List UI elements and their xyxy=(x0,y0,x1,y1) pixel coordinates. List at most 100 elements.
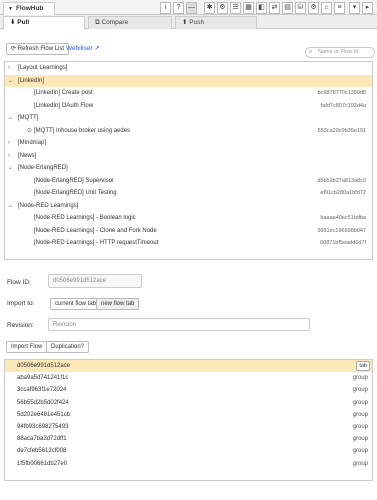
tab-pull-label: Pull xyxy=(17,19,30,26)
debug-icon[interactable]: ✱ xyxy=(204,2,215,14)
tree-row-label: [News] xyxy=(18,152,37,159)
tree-group-row[interactable]: ⌄ [LinkedIn] xyxy=(5,74,372,88)
search-icon: ⌕ xyxy=(309,49,313,55)
tree-flow-row[interactable]: [LinkedIn] Create post bc9878770c1350d8 xyxy=(5,87,372,100)
grid-icon[interactable]: ▤ xyxy=(282,2,293,14)
tree-row-label: [Node-ErlangRED] xyxy=(18,165,68,171)
context-icon[interactable]: ☰ xyxy=(230,2,241,14)
tree-group-row[interactable]: ⌄ [MQTT] xyxy=(5,112,372,125)
tree-group-row[interactable]: ⌄ [Node-RED Learnings] xyxy=(5,200,372,213)
node-type: group xyxy=(352,411,368,418)
chevron-down-icon[interactable]: ⌄ xyxy=(8,162,13,175)
chevron-right-icon[interactable]: › xyxy=(8,150,10,163)
tree-row-label: [Node-RED Learnings] - Boolean logic xyxy=(34,215,136,221)
tree-row-flow-id: 553ca20c0b35e191 xyxy=(317,127,366,134)
import-flow-button[interactable]: Import Flow xyxy=(6,341,48,353)
node-id: 88aca7ba3d72dff1 xyxy=(17,436,67,443)
close-icon[interactable]: ▸ xyxy=(362,2,373,14)
chevron-right-icon[interactable]: › xyxy=(8,62,10,75)
tag-icon[interactable]: ⌂ xyxy=(321,2,332,14)
chevron-down-icon[interactable]: ⌄ xyxy=(8,200,13,213)
node-type: group xyxy=(352,375,368,382)
dashboard-icon[interactable]: ▦ xyxy=(243,2,254,14)
node-type: group xyxy=(352,387,368,394)
gear-icon[interactable]: ⚙ xyxy=(308,2,319,14)
tree-row-flow-id: baaaa40ec51bdba xyxy=(320,215,366,221)
tree-flow-row[interactable]: [Node-RED Learnings] - Clone and Fork No… xyxy=(5,225,372,238)
revision-input[interactable]: Revision xyxy=(48,318,310,331)
node-id: 1f5fb00661db27e0 xyxy=(17,460,68,467)
chevron-down-icon[interactable]: ⌄ xyxy=(8,112,13,125)
flowhub-icon[interactable]: ⛁ xyxy=(295,2,306,14)
tree-row-label: [LinkedIn] xyxy=(18,77,45,84)
config-nodes-icon[interactable]: ⚙ xyxy=(217,2,228,14)
tree-flow-row[interactable]: [Node-RED Learnings] - HTTP requestTimeo… xyxy=(5,237,372,250)
import-list-row[interactable]: 3ccaf963f1e72024 group xyxy=(5,384,372,396)
import-list-row[interactable]: 1f5fb00661db27e0 group xyxy=(5,458,372,470)
tree-flow-row[interactable]: [LinkedIn] OAuth Flow fafd7c807c192d4a xyxy=(5,100,372,113)
tree-flow-row[interactable]: ⊙ [MQTT] Inhouse broker using aedes 553ca2… xyxy=(5,125,372,138)
tree-row-label: [Node-ErlangRED] Supervisor xyxy=(34,177,115,184)
node-id: 5d202e6481e451cb xyxy=(17,411,71,418)
import-list-row[interactable]: 5d202e6481e451cb group xyxy=(5,409,372,421)
tree-flow-row[interactable]: [Node-ErlangRED] Unit Testing ef91cb280a1… xyxy=(5,187,372,200)
node-type: group xyxy=(352,448,368,455)
import-list-row[interactable]: 56b55d2b5d02f424 group xyxy=(5,397,372,409)
tree-row-flow-id: 60871bf5eadd6d7f xyxy=(320,240,366,246)
flowhub-sidebar-tab[interactable]: ▼ FlowHub xyxy=(3,2,55,15)
tab-compare-label: Compare xyxy=(101,19,129,26)
chevron-down-icon[interactable]: ⌄ xyxy=(8,75,13,88)
tab-compare[interactable]: ⧉ Compare xyxy=(88,16,172,29)
new-flow-tab-button[interactable]: new flow tab xyxy=(96,298,140,310)
minus-icon[interactable]: — xyxy=(186,2,197,14)
tree-row-label: [MQTT] xyxy=(18,115,39,121)
flow-id-field[interactable]: d0506e991d512ace xyxy=(48,274,142,288)
palette-icon[interactable]: ◧ xyxy=(256,2,267,14)
node-id: aba9a5d741241f1c xyxy=(17,375,69,382)
tree-row-flow-id: d5b52b27a813a8c0 xyxy=(317,177,366,184)
help-icon[interactable]: ? xyxy=(173,2,184,14)
current-flow-tab-button[interactable]: current flow tab xyxy=(50,298,102,310)
tree-row-label: [Node-RED Learnings] - HTTP requestTimeo… xyxy=(34,240,159,246)
duplication-button[interactable]: Duplication? xyxy=(46,341,90,353)
tree-row-flow-id: ef91cb280a1bfd72 xyxy=(320,190,366,196)
tree-group-row[interactable]: ⌄ [Node-ErlangRED] xyxy=(5,162,372,175)
tree-row-label: [MQTT] Inhouse broker using aedes xyxy=(34,127,131,134)
chevron-right-icon[interactable]: › xyxy=(8,137,10,150)
import-list-row[interactable]: d0506e991d512ace tab xyxy=(5,360,372,373)
tree-group-row[interactable]: › [Mindmap] xyxy=(5,137,372,150)
node-id: 56b55d2b5d02f424 xyxy=(17,399,69,406)
revision-label: Revision: xyxy=(7,322,34,329)
search-input[interactable]: ⌕ Name or Flow Id xyxy=(305,47,375,58)
import-node-list: d0506e991d512ace tab aba9a5d741241f1c group… xyxy=(4,359,373,481)
refresh-icon: ⟳ xyxy=(11,46,18,52)
tree-group-row[interactable]: › [News] xyxy=(5,150,372,163)
import-list-row[interactable]: 94fb93c698275493 group xyxy=(5,421,372,433)
tab-push[interactable]: ⬆ Push xyxy=(175,16,257,29)
flows-icon[interactable]: ⇄ xyxy=(269,2,280,14)
node-type: tab xyxy=(356,361,370,371)
tab-pull[interactable]: ⬇ Pull xyxy=(3,16,85,30)
caret-down-icon: ▼ xyxy=(8,6,13,12)
tree-flow-row[interactable]: [Node-RED Learnings] - Boolean logic baaa… xyxy=(5,212,372,225)
tree-row-label: [LinkedIn] Create post xyxy=(34,90,93,96)
import-list-row[interactable]: aba9a5d741241f1c group xyxy=(5,372,372,384)
tree-row-flow-id: bc9878770c1350d8 xyxy=(317,90,366,96)
flow-status-icon: ⊙ xyxy=(27,127,33,134)
tab-push-label: Push xyxy=(189,19,205,26)
tree-row-label: [Mindmap] xyxy=(18,140,47,146)
info-icon[interactable]: i xyxy=(160,2,171,14)
node-id: 94fb93c698275493 xyxy=(17,424,69,430)
list-icon[interactable]: ≡ xyxy=(334,2,345,14)
tree-flow-row[interactable]: [Node-ErlangRED] Supervisor d5b52b27a813a… xyxy=(5,175,372,188)
webiliser-link[interactable]: Webiliser ↗ xyxy=(66,44,100,52)
import-to-label: Import to: xyxy=(7,300,35,307)
node-type: group xyxy=(352,399,368,406)
node-id: 3ccaf963f1e72024 xyxy=(17,387,67,394)
refresh-flow-list-button[interactable]: ⟳ Refresh Flow List xyxy=(6,43,70,55)
tree-row-flow-id: fafd7c807c192d4a xyxy=(320,102,366,109)
dropdown-icon[interactable]: ▾ xyxy=(349,2,360,14)
import-list-row[interactable]: de7cfeb5612cf008 group xyxy=(5,445,372,457)
tree-group-row[interactable]: › [Layout Learnings] xyxy=(5,62,372,75)
import-list-row[interactable]: 88aca7ba3d72dff1 group xyxy=(5,433,372,445)
